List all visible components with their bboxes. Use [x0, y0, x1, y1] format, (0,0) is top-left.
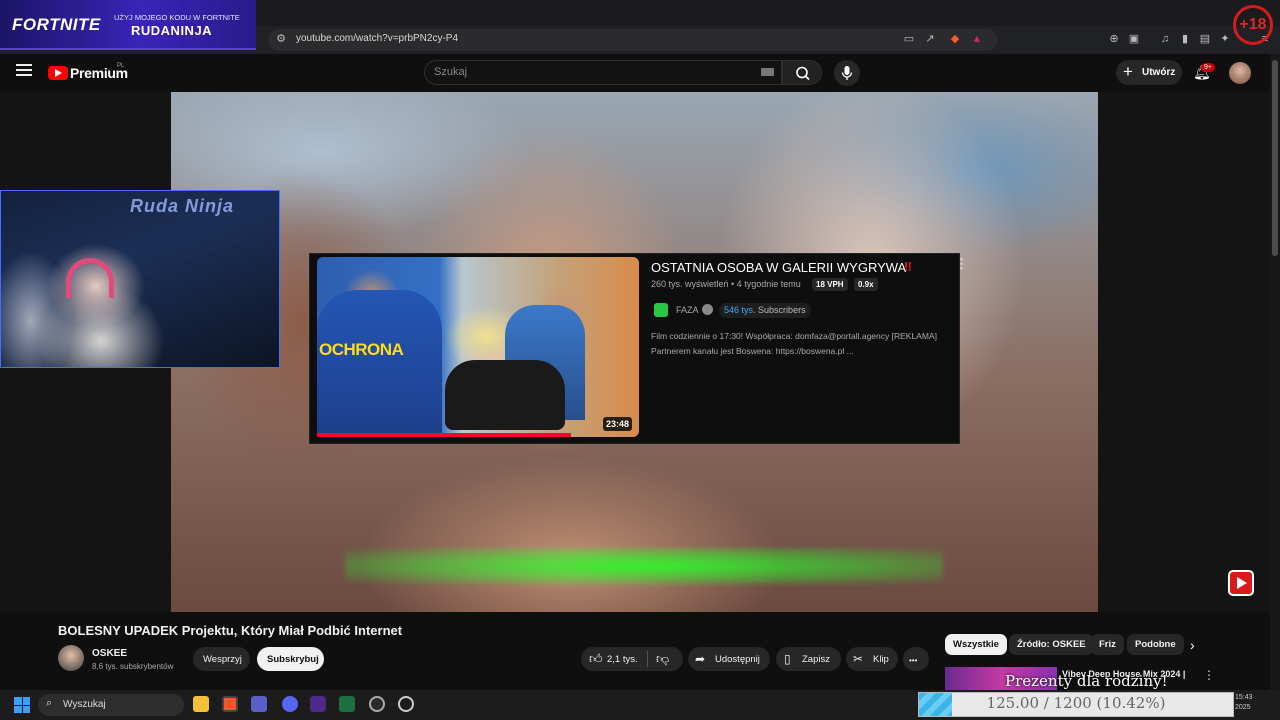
watch-progress-bar [317, 433, 571, 437]
fortnite-banner-line: UŻYJ MOJEGO KODU W FORTNITE [114, 13, 240, 22]
like-count: 2,1 tys. [607, 654, 638, 665]
channel-name[interactable]: OSKEE [92, 648, 127, 659]
save-label: Zapisz [802, 654, 830, 665]
taskbar-search[interactable] [38, 694, 184, 716]
clip-label: Klip [873, 654, 889, 665]
age-rating-badge: +18 [1233, 5, 1273, 45]
address-text[interactable]: youtube.com/watch?v=prbPN2cy-P4 [296, 33, 458, 44]
channel-subscribers: 8,6 tys. subskrybentów [92, 662, 174, 671]
teams-icon[interactable] [251, 696, 267, 712]
fortnite-logo: FORTNITE [12, 15, 101, 34]
create-label: Utwórz [1142, 67, 1176, 78]
share-label: Udostępnij [715, 654, 760, 665]
scrollbar-thumb[interactable] [1272, 60, 1278, 256]
app-icon-2[interactable] [398, 696, 414, 712]
thumbnail-guard-left [317, 290, 442, 437]
scissors-icon: ✂ [853, 652, 864, 666]
thumbnail-person [445, 360, 565, 430]
thumbs-down-icon[interactable]: 👎︎ [656, 651, 669, 667]
preview-description-line: Partnerem kanału jest Boswena: https://b… [651, 346, 854, 356]
donation-goal-text: 125.00 / 1200 (10.42%) [986, 694, 1166, 712]
thumbnail-text: OCHRONA [319, 340, 404, 359]
discord-icon[interactable] [282, 696, 298, 712]
windows-icon[interactable] [14, 697, 30, 713]
taskbar-search-placeholder: Wyszukaj [63, 699, 106, 710]
mic-icon [841, 66, 853, 80]
brave-icon[interactable] [222, 696, 238, 712]
headset-icon [66, 258, 114, 298]
search-button[interactable] [782, 60, 822, 85]
search-icon [796, 66, 810, 81]
preview-description-line: Film codziennie o 17:30! Współpraca: dom… [651, 331, 937, 341]
app-icon[interactable] [310, 696, 326, 712]
player-letterbox-right [1098, 92, 1270, 612]
chip-source[interactable]: Źródło: OSKEE [1009, 634, 1094, 655]
region-code: PL [117, 63, 125, 69]
clock-date: 2025 [1235, 704, 1251, 711]
like-divider [647, 651, 648, 667]
brave-rewards-icon[interactable]: ▲ [970, 32, 984, 46]
search-placeholder: Szukaj [434, 66, 468, 78]
extensions-icon[interactable]: ⊕ [1107, 32, 1121, 46]
share-page-icon[interactable]: ↗ [923, 32, 937, 46]
cast-icon[interactable]: ▭ [902, 32, 916, 46]
neon-sign: Ruda Ninja [130, 196, 235, 216]
voice-search-button[interactable] [834, 60, 860, 86]
chip-similar[interactable]: Podobne [1127, 634, 1184, 655]
ai-icon[interactable]: ✦ [1218, 32, 1232, 46]
sidebar-icon[interactable]: ▮ [1178, 32, 1192, 46]
bookmark-icon: ▯ [784, 652, 791, 666]
wallet-icon[interactable]: ▤ [1198, 32, 1212, 46]
channel-avatar[interactable] [58, 645, 84, 671]
account-avatar[interactable] [1229, 62, 1251, 84]
channel-logo[interactable] [654, 303, 668, 317]
subscriber-count: 546 tys. [724, 305, 756, 315]
recommendation-menu-icon[interactable]: ⋮ [1203, 668, 1215, 682]
share-icon: ➦ [695, 652, 706, 666]
chip-all[interactable]: Wszystkie [945, 634, 1007, 655]
subscriber-chip: 546 tys. Subscribers [719, 303, 811, 318]
excel-icon[interactable] [339, 696, 355, 712]
search-input[interactable] [424, 60, 782, 85]
verified-icon [702, 304, 713, 315]
kebab-menu-icon[interactable]: ⋮ [955, 256, 968, 272]
stream-overlay-text: Prezenty dla rodziny! [1005, 672, 1168, 690]
more-icon: ••• [909, 656, 918, 665]
screenshot-icon[interactable]: ▣ [1127, 32, 1141, 46]
creator-code: RUDANINJA [131, 23, 213, 38]
clock-time: 15:43 [1235, 694, 1253, 701]
video-duration: 23:48 [603, 417, 633, 431]
obs-icon[interactable] [369, 696, 385, 712]
blurred-subtitle [345, 548, 943, 584]
site-info-icon[interactable]: ⚙ [274, 32, 288, 46]
plus-icon: + [1123, 62, 1133, 81]
brave-shields-icon[interactable]: ◆ [948, 32, 962, 46]
watermark-play-glyph [1237, 577, 1247, 589]
chevron-right-icon[interactable]: › [1190, 637, 1195, 653]
notification-badge: 9+ [1201, 63, 1215, 72]
video-title: BOLESNY UPADEK Projektu, Który Miał Podb… [58, 623, 403, 638]
taskbar-clock[interactable]: 15:43 2025 [1235, 693, 1253, 713]
chip-friz[interactable]: Friz [1091, 634, 1124, 655]
search-icon: ⌕ [46, 697, 53, 709]
youtube-play-glyph [55, 69, 62, 77]
preview-title[interactable]: OSTATNIA OSOBA W GALERII WYGRYWA [651, 260, 906, 275]
keyboard-icon[interactable] [761, 68, 774, 76]
preview-channel-name[interactable]: FAZA [676, 305, 699, 315]
folder-icon[interactable] [193, 696, 209, 712]
menu-icon[interactable] [16, 64, 32, 78]
thumbs-up-icon: 👍︎ [589, 651, 603, 666]
ratio-chip: 0.9x [854, 278, 878, 291]
music-icon[interactable]: ♫ [1158, 32, 1172, 46]
join-label: Wesprzyj [203, 654, 242, 665]
subscriber-label: Subscribers [758, 305, 806, 315]
subscribe-label: Subskrybuj [267, 654, 319, 665]
preview-views: 260 tys. wyświetleń • 4 tygodnie temu [651, 279, 801, 289]
alert-icon: ‼ [904, 259, 912, 274]
vph-chip: 18 VPH [812, 278, 848, 291]
